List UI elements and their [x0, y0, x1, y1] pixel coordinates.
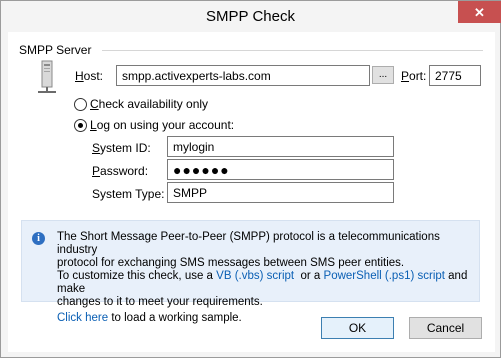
radio-selected-dot [78, 123, 83, 128]
group-label: SMPP Server [19, 43, 96, 57]
dialog-title: SMPP Check [206, 8, 295, 25]
check-availability-label[interactable]: Check availability only [90, 97, 208, 111]
system-type-input[interactable]: SMPP [167, 182, 394, 203]
info-line-4: changes to it to meet your requirements. [57, 296, 263, 308]
smpp-check-dialog: SMPP Check ✕ SMPP Server Host: smpp.acti… [0, 0, 501, 358]
browse-host-button[interactable]: ... [372, 66, 394, 84]
password-input[interactable]: ●●●●●● [167, 159, 394, 180]
logon-radio[interactable] [74, 119, 87, 132]
click-here-link[interactable]: Click here [57, 312, 108, 324]
logon-label[interactable]: Log on using your account: [90, 118, 234, 132]
server-icon [38, 60, 56, 93]
check-availability-radio[interactable] [74, 98, 87, 111]
port-label: Port: [401, 69, 427, 83]
info-text: The Short Message Peer-to-Peer (SMPP) pr… [57, 231, 477, 325]
system-id-input[interactable]: mylogin [167, 136, 394, 157]
cancel-button[interactable]: Cancel [409, 317, 482, 339]
title-bar: SMPP Check ✕ [1, 1, 501, 32]
group-divider [102, 50, 483, 51]
info-icon: i [32, 232, 45, 245]
host-input[interactable]: smpp.activexperts-labs.com [116, 65, 370, 86]
dialog-content: SMPP Server Host: smpp.activexperts-labs… [8, 32, 495, 352]
vbs-script-link[interactable]: VB (.vbs) script [216, 270, 294, 282]
info-line-2: protocol for exchanging SMS messages bet… [57, 257, 405, 269]
close-button[interactable]: ✕ [458, 1, 501, 23]
host-label: Host: [75, 69, 104, 83]
close-icon: ✕ [474, 4, 485, 20]
password-label: Password: [92, 164, 149, 178]
info-line-3: To customize this check, use a VB (.vbs)… [57, 270, 468, 295]
info-line-1: The Short Message Peer-to-Peer (SMPP) pr… [57, 231, 440, 256]
system-type-label: System Type: [92, 187, 165, 201]
powershell-script-link[interactable]: PowerShell (.ps1) script [324, 270, 445, 282]
ok-button[interactable]: OK [321, 317, 394, 339]
system-id-label: System ID: [92, 141, 151, 155]
info-panel: i The Short Message Peer-to-Peer (SMPP) … [21, 220, 480, 324]
port-input[interactable]: 2775 [429, 65, 481, 86]
